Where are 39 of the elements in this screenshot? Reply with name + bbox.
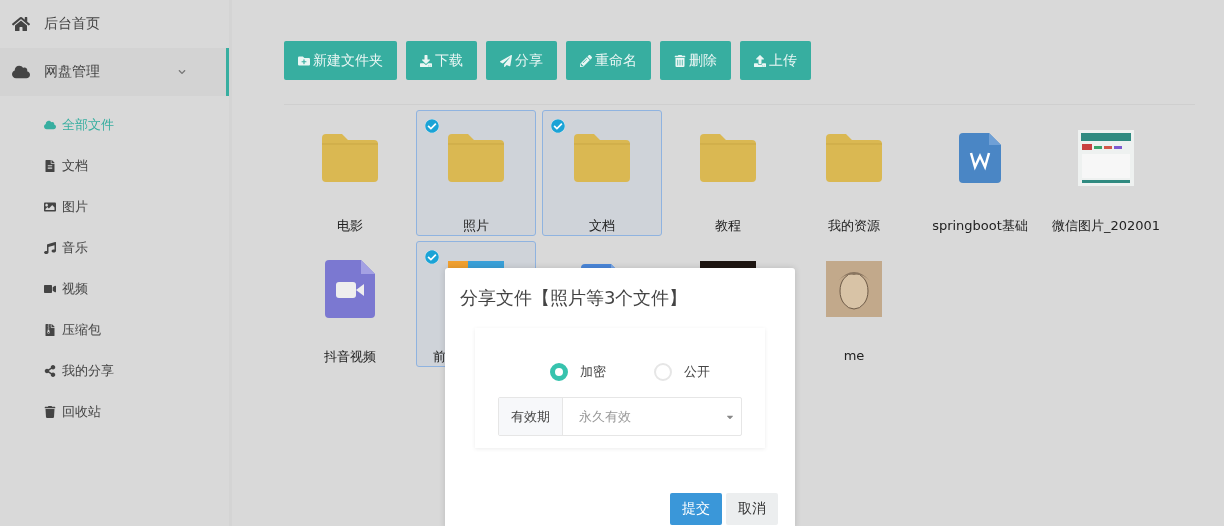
select-value: 永久有效 <box>579 407 631 426</box>
submenu-item[interactable]: 音乐 <box>0 227 229 268</box>
radio-label: 加密 <box>580 363 606 381</box>
file-name: 前 <box>433 348 446 366</box>
submenu-item[interactable]: 文档 <box>0 145 229 186</box>
file-name: 电影 <box>337 217 363 235</box>
file-tile[interactable]: 抖音视频 <box>290 241 410 367</box>
radio-option[interactable]: 公开 <box>654 363 710 381</box>
sidebar-item[interactable]: 网盘管理 <box>0 48 229 96</box>
file-name: 教程 <box>715 217 741 235</box>
submenu-item[interactable]: 压缩包 <box>0 309 229 350</box>
file-name: 我的资源 <box>828 217 880 235</box>
file-name: springboot基础 <box>932 217 1028 235</box>
radio-option[interactable]: 加密 <box>550 363 606 381</box>
dialog-title: 分享文件【照片等3个文件】 <box>460 286 689 310</box>
file-tile[interactable]: 教程 <box>668 110 788 236</box>
file-name: 文档 <box>589 217 615 235</box>
submenu-item[interactable]: 我的分享 <box>0 350 229 391</box>
submenu-item[interactable]: 回收站 <box>0 391 229 432</box>
file-tile[interactable]: springboot基础 <box>920 110 1040 236</box>
submenu-item[interactable]: 视频 <box>0 268 229 309</box>
expiry-select[interactable]: 有效期 永久有效 <box>498 397 742 436</box>
file-name: me <box>843 348 865 363</box>
sidebar-item-label: 后台首页 <box>44 15 100 33</box>
submenu-item[interactable]: 图片 <box>0 186 229 227</box>
file-tile[interactable]: 文档 <box>542 110 662 236</box>
file-tile[interactable]: 我的资源 <box>794 110 914 236</box>
file-tile[interactable]: 电影 <box>290 110 410 236</box>
select-label: 有效期 <box>499 398 563 435</box>
file-tile[interactable]: me <box>794 241 914 367</box>
file-name: 微信图片_202001 <box>1051 217 1161 235</box>
cancel-button[interactable]: 取消 <box>726 493 778 525</box>
radio-label: 公开 <box>684 363 710 381</box>
file-tile[interactable]: 照片 <box>416 110 536 236</box>
file-tile[interactable]: 微信图片_202001 <box>1046 110 1166 236</box>
file-name: 抖音视频 <box>324 348 376 366</box>
file-name: 照片 <box>463 217 489 235</box>
sidebar-item[interactable]: 后台首页 <box>0 0 229 48</box>
sidebar-item-label: 网盘管理 <box>44 63 100 81</box>
